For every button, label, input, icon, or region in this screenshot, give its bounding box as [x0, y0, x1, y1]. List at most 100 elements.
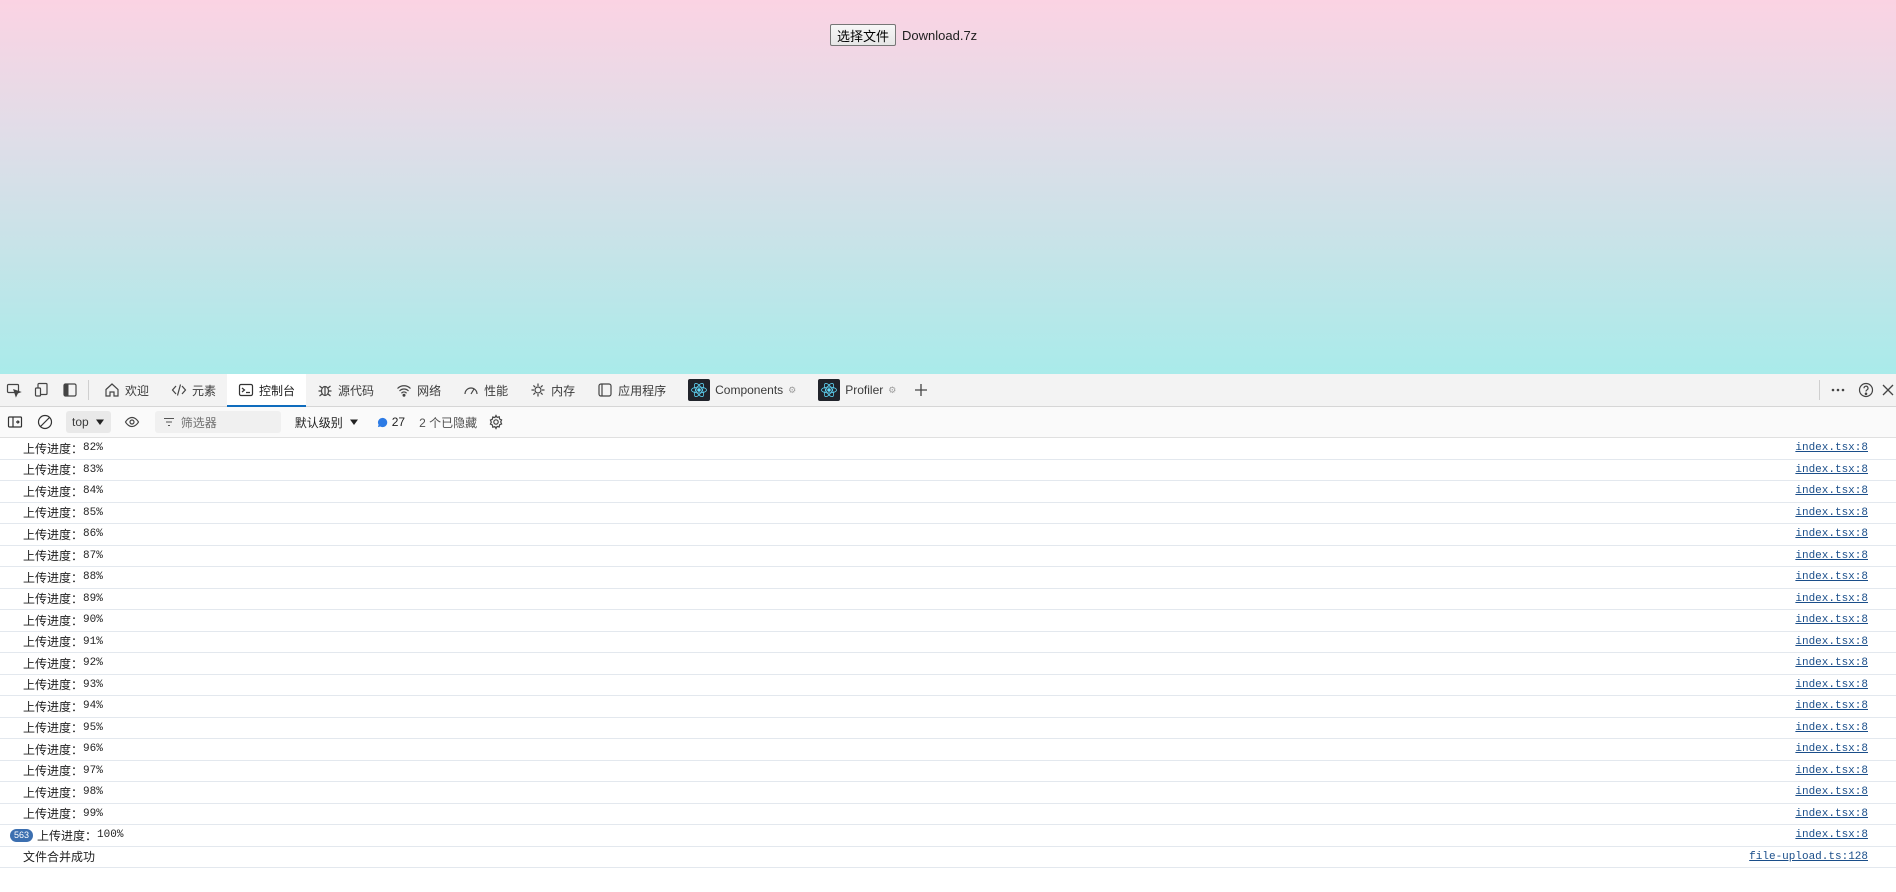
source-link[interactable]: index.tsx:8 [1795, 722, 1868, 734]
filter-input[interactable]: 筛选器 [154, 411, 281, 433]
source-link[interactable]: file-upload.ts:128 [1749, 851, 1868, 863]
tab-label: 欢迎 [125, 383, 150, 398]
source-link[interactable]: index.tsx:8 [1795, 507, 1868, 519]
clear-console-icon[interactable] [30, 407, 60, 437]
tab-sources[interactable]: 源代码 [306, 374, 385, 406]
source-link[interactable]: index.tsx:8 [1795, 528, 1868, 540]
message-value: 96% [83, 743, 103, 756]
source-link[interactable]: index.tsx:8 [1795, 636, 1868, 648]
console-message: 上传进度： 93% index.tsx:8 [0, 675, 1896, 696]
source-link[interactable]: index.tsx:8 [1795, 614, 1868, 626]
console-message: 上传进度： 83% index.tsx:8 [0, 460, 1896, 481]
caret-down-icon [349, 419, 358, 425]
tab-network[interactable]: 网络 [385, 374, 452, 406]
message-value: 88% [83, 571, 103, 584]
page-viewport: 选择文件 Download.7z [0, 0, 1896, 374]
bug-icon [318, 385, 332, 397]
tab-memory[interactable]: 内存 [519, 374, 586, 406]
console-message: 上传进度： 86% index.tsx:8 [0, 524, 1896, 546]
message-label: 上传进度： [37, 828, 98, 843]
device-emulation-icon[interactable] [28, 376, 56, 404]
source-link[interactable]: index.tsx:8 [1795, 679, 1868, 691]
message-label: 上传进度： [23, 635, 84, 650]
tab-label: 元素 [192, 383, 217, 398]
source-link[interactable]: index.tsx:8 [1795, 786, 1868, 798]
tab-performance[interactable]: 性能 [452, 374, 519, 406]
react-icon [818, 379, 841, 401]
console-message: 上传进度： 97% index.tsx:8 [0, 761, 1896, 782]
react-icon [688, 379, 711, 401]
message-label: 上传进度： [23, 441, 84, 456]
choose-file-button[interactable]: 选择文件 [830, 24, 897, 46]
message-value: 82% [83, 442, 103, 455]
source-link[interactable]: index.tsx:8 [1795, 593, 1868, 605]
message-label: 上传进度： [23, 484, 84, 499]
message-value: 86% [83, 528, 103, 541]
message-value: 99% [83, 807, 103, 820]
console-message: 上传进度： 99% index.tsx:8 [0, 804, 1896, 825]
source-link[interactable]: index.tsx:8 [1795, 829, 1868, 841]
source-link[interactable]: index.tsx:8 [1795, 571, 1868, 583]
message-label: 上传进度： [23, 785, 84, 800]
source-link[interactable]: index.tsx:8 [1795, 550, 1868, 562]
context-selector[interactable]: top [66, 411, 111, 433]
tab-application[interactable]: 应用程序 [586, 374, 677, 406]
message-label: 文件合并成功 [23, 850, 96, 865]
tab-elements[interactable]: 元素 [160, 374, 227, 406]
message-label: 上传进度： [23, 570, 84, 585]
tab-label: 内存 [551, 383, 576, 398]
message-value: 90% [83, 614, 103, 627]
source-link[interactable]: index.tsx:8 [1795, 464, 1868, 476]
gauge-icon [464, 387, 478, 395]
console-output: 上传进度： 82% index.tsx:8 上传进度： 83% index.tsx:8 … [0, 438, 1896, 892]
memory-icon [531, 383, 545, 397]
close-devtools-icon[interactable] [1880, 376, 1896, 404]
message-value: 83% [83, 463, 103, 476]
console-message: 上传进度： 98% index.tsx:8 [0, 782, 1896, 804]
dock-side-icon[interactable] [56, 376, 84, 404]
help-icon[interactable] [1852, 376, 1880, 404]
filter-placeholder: 筛选器 [180, 415, 217, 430]
message-value: 93% [83, 678, 103, 691]
tab-components[interactable]: Components ⚙ [677, 374, 807, 406]
message-count-value: 27 [391, 415, 406, 429]
message-label: 上传进度： [23, 506, 84, 521]
log-levels-dropdown[interactable]: 默认级别 [295, 414, 359, 431]
source-link[interactable]: index.tsx:8 [1795, 657, 1868, 669]
source-link[interactable]: index.tsx:8 [1795, 700, 1868, 712]
add-tab-icon[interactable] [907, 376, 935, 404]
source-link[interactable]: index.tsx:8 [1795, 743, 1868, 755]
source-link[interactable]: index.tsx:8 [1795, 808, 1868, 820]
live-expression-eye-icon[interactable] [117, 407, 147, 437]
console-message: 上传进度： 87% index.tsx:8 [0, 546, 1896, 567]
tabbar-right-controls [1815, 374, 1896, 406]
filter-icon [163, 417, 174, 427]
message-value: 91% [83, 635, 103, 648]
console-toolbar: top 筛选器 默认级别 27 2 个已隐藏 [0, 407, 1896, 438]
tab-label: 控制台 [259, 383, 296, 398]
tab-console[interactable]: 控制台 [227, 374, 307, 407]
tab-label: 网络 [417, 383, 442, 398]
tab-profiler[interactable]: Profiler ⚙ [807, 374, 907, 406]
sidebar-toggle-icon[interactable] [0, 407, 30, 437]
inspect-element-icon[interactable] [0, 376, 28, 404]
console-message: 上传进度： 92% index.tsx:8 [0, 653, 1896, 675]
console-message: 上传进度： 90% index.tsx:8 [0, 610, 1896, 632]
message-count[interactable]: 27 [377, 415, 405, 429]
message-label: 上传进度： [23, 764, 84, 779]
source-link[interactable]: index.tsx:8 [1795, 442, 1868, 454]
source-link[interactable]: index.tsx:8 [1795, 765, 1868, 777]
message-value: 95% [83, 721, 103, 734]
more-options-icon[interactable] [1824, 376, 1852, 404]
message-label: 上传进度： [23, 463, 84, 478]
message-label: 上传进度： [23, 678, 84, 693]
console-settings-gear-icon[interactable] [481, 407, 511, 437]
toolbar-divider [1819, 380, 1820, 400]
message-label: 上传进度： [23, 699, 84, 714]
message-label: 上传进度： [23, 721, 84, 736]
console-message: 563 上传进度： 100% index.tsx:8 [0, 825, 1896, 847]
message-value: 92% [83, 657, 103, 670]
tab-welcome[interactable]: 欢迎 [93, 374, 160, 406]
source-link[interactable]: index.tsx:8 [1795, 485, 1868, 497]
message-label: 上传进度： [23, 527, 84, 542]
